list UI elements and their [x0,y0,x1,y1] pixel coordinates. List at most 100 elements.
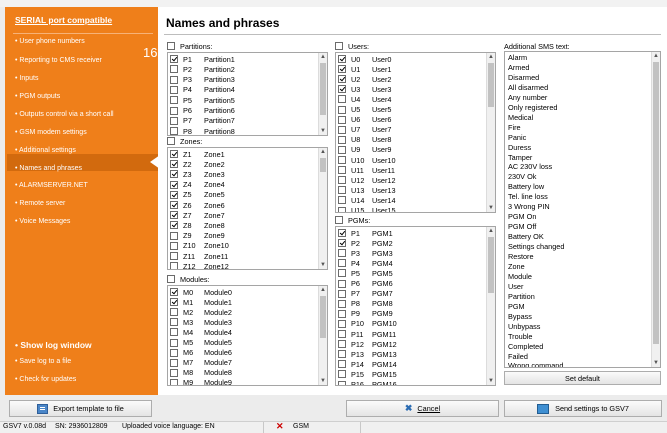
sms-text-item[interactable]: Failed [508,352,528,362]
item-checkbox[interactable] [338,309,346,318]
sms-text-item[interactable]: Zone [508,262,525,272]
list-item[interactable]: P3 PGM3 [338,248,393,258]
item-name[interactable]: PGM5 [372,269,393,278]
item-checkbox[interactable] [170,116,178,125]
item-checkbox[interactable] [170,180,178,189]
item-name[interactable]: Zone5 [204,190,225,199]
list-item[interactable]: Z5 Zone5 [170,190,225,200]
sidebar-item[interactable]: • Inputs [15,75,38,82]
item-checkbox[interactable] [338,95,346,104]
list-item[interactable]: P14 PGM14 [338,359,397,369]
list-item[interactable]: P13 PGM13 [338,349,397,359]
partitions-select-all-checkbox[interactable] [167,42,175,50]
item-name[interactable]: User9 [372,145,391,154]
list-item[interactable]: Z10 Zone10 [170,241,229,251]
list-item[interactable]: M8 Module8 [170,368,232,378]
item-checkbox[interactable] [170,348,178,357]
save-log-link[interactable]: • Save log to a file [15,358,71,365]
scroll-up-icon[interactable]: ▲ [319,286,327,294]
item-checkbox[interactable] [338,105,346,114]
item-name[interactable]: PGM11 [372,330,396,339]
list-item[interactable]: M9 Module9 [170,378,232,385]
item-name[interactable]: Zone12 [204,262,229,269]
list-item[interactable]: Z1 Zone1 [170,149,225,159]
list-item[interactable]: U14 User14 [338,195,396,205]
item-checkbox[interactable] [170,241,178,250]
scroll-thumb[interactable] [320,63,326,115]
list-item[interactable]: U1 User1 [338,64,391,74]
item-checkbox[interactable] [338,249,346,258]
item-name[interactable]: User10 [372,156,396,165]
scroll-thumb[interactable] [320,158,326,172]
list-item[interactable]: U5 User5 [338,105,391,115]
list-item[interactable]: P7 PGM7 [338,289,393,299]
item-checkbox[interactable] [338,206,346,212]
item-checkbox[interactable] [338,350,346,359]
scroll-up-icon[interactable]: ▲ [487,227,495,235]
sidebar-item[interactable]: • PGM outputs [15,93,60,100]
send-settings-button[interactable]: Send settings to GSV7 [504,400,662,417]
scroll-up-icon[interactable]: ▲ [319,148,327,156]
list-item[interactable]: P16 PGM16 [338,380,397,385]
item-checkbox[interactable] [338,380,346,385]
list-item[interactable]: P4 PGM4 [338,258,393,268]
sms-text-item[interactable]: Fire [508,123,521,133]
list-item[interactable]: P8 Partition8 [170,126,235,135]
item-name[interactable]: PGM4 [372,259,393,268]
item-checkbox[interactable] [170,85,178,94]
item-name[interactable]: Partition8 [204,127,235,135]
list-item[interactable]: U12 User12 [338,175,396,185]
item-checkbox[interactable] [338,65,346,74]
modules-list[interactable]: M0 Module0 M1 Module1 M2 Module2 M3 Module3 M4 Mo… [167,285,328,386]
sms-text-item[interactable]: Any number [508,93,547,103]
item-checkbox[interactable] [338,289,346,298]
list-item[interactable]: M6 Module6 [170,348,232,358]
zones-select-all-checkbox[interactable] [167,137,175,145]
item-name[interactable]: Module7 [204,358,232,367]
item-name[interactable]: User7 [372,125,391,134]
sms-text-item[interactable]: Battery OK [508,232,544,242]
item-name[interactable]: Partition3 [204,75,235,84]
list-item[interactable]: M2 Module2 [170,307,232,317]
list-item[interactable]: Z9 Zone9 [170,231,225,241]
item-checkbox[interactable] [338,75,346,84]
pgms-select-all-checkbox[interactable] [335,216,343,224]
sms-text-item[interactable]: 230V Ok [508,172,536,182]
item-checkbox[interactable] [338,176,346,185]
zones-list[interactable]: Z1 Zone1 Z2 Zone2 Z3 Zone3 Z4 Zone4 Z5 Zone5 Z6 Zon… [167,147,328,270]
item-checkbox[interactable] [338,166,346,175]
sidebar-title-link[interactable]: SERIAL port compatible [15,15,112,25]
list-item[interactable]: Z2 Zone2 [170,159,225,169]
item-checkbox[interactable] [170,55,178,63]
sms-text-item[interactable]: Disarmed [508,73,539,83]
vertical-scrollbar[interactable]: ▲ ▼ [318,286,327,385]
list-item[interactable]: P2 PGM2 [338,238,393,248]
scroll-thumb[interactable] [320,296,326,338]
scroll-thumb[interactable] [488,63,494,107]
sidebar-item[interactable]: • User phone numbers [15,38,85,45]
list-item[interactable]: M5 Module5 [170,338,232,348]
item-name[interactable]: PGM15 [372,370,397,379]
item-checkbox[interactable] [338,330,346,338]
sms-text-item[interactable]: AC 230V loss [508,162,552,172]
item-checkbox[interactable] [170,338,178,347]
list-item[interactable]: Z6 Zone6 [170,200,225,210]
scroll-down-icon[interactable]: ▼ [319,377,327,385]
item-name[interactable]: Module5 [204,338,232,347]
sidebar-item[interactable]: • Voice Messages [15,218,70,225]
item-checkbox[interactable] [338,55,346,63]
sms-text-item[interactable]: Unbypass [508,322,540,332]
item-checkbox[interactable] [338,360,346,369]
item-name[interactable]: Module1 [204,298,232,307]
item-checkbox[interactable] [170,231,178,240]
sms-text-item[interactable]: Completed [508,342,543,352]
item-checkbox[interactable] [170,106,178,115]
item-checkbox[interactable] [170,368,178,377]
item-name[interactable]: PGM7 [372,289,393,298]
item-checkbox[interactable] [170,252,178,260]
list-item[interactable]: U2 User2 [338,74,391,84]
scroll-up-icon[interactable]: ▲ [652,52,660,60]
scroll-up-icon[interactable]: ▲ [319,53,327,61]
pgms-list[interactable]: P1 PGM1 P2 PGM2 P3 PGM3 P4 PGM4 P5 PGM5 P6 PGM6 P7 PG… [335,226,496,386]
item-name[interactable]: User1 [372,65,391,74]
